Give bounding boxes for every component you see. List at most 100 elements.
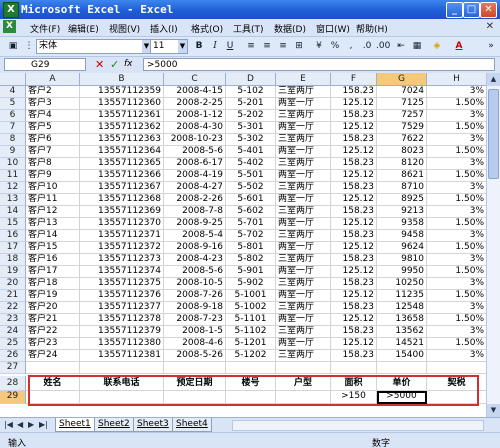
- cell-name[interactable]: 客户11: [26, 194, 80, 206]
- cell-date[interactable]: 2008-4-15: [164, 86, 226, 98]
- cell-date[interactable]: 2008-5-4: [164, 230, 226, 242]
- cell-type[interactable]: 两室一厅: [276, 146, 331, 158]
- cell-area[interactable]: [331, 362, 377, 374]
- cell-type[interactable]: 三室两厅: [276, 86, 331, 98]
- toolbar-options-icon[interactable]: ⋮: [22, 39, 36, 53]
- cell-room[interactable]: 5-901: [226, 266, 276, 278]
- prev-sheet-icon[interactable]: ◀: [17, 420, 23, 429]
- cell-phone[interactable]: 13557112363: [80, 134, 164, 146]
- cell-name[interactable]: 客户5: [26, 122, 80, 134]
- align-left-icon[interactable]: ≡: [244, 39, 258, 53]
- cell-phone[interactable]: 13557112375: [80, 278, 164, 290]
- cell-tax[interactable]: 3%: [427, 326, 487, 338]
- row-header[interactable]: 6: [0, 110, 26, 122]
- cell-type[interactable]: 三室两厅: [276, 206, 331, 218]
- align-right-icon[interactable]: ≡: [276, 39, 290, 53]
- cell-tax[interactable]: 1.50%: [427, 242, 487, 254]
- cell-phone[interactable]: 13557112376: [80, 290, 164, 302]
- cell-price[interactable]: 7529: [377, 122, 427, 134]
- cell-type[interactable]: 三室两厅: [276, 326, 331, 338]
- cell-phone[interactable]: 13557112371: [80, 230, 164, 242]
- cell-name[interactable]: 客户6: [26, 134, 80, 146]
- cell-price[interactable]: 9624: [377, 242, 427, 254]
- cell-name[interactable]: 客户14: [26, 230, 80, 242]
- save-icon[interactable]: ▣: [6, 39, 20, 53]
- cell-room[interactable]: 5-801: [226, 242, 276, 254]
- cell-date[interactable]: 2008-2-25: [164, 98, 226, 110]
- cell-date[interactable]: 2008-4-6: [164, 338, 226, 350]
- scroll-up-icon[interactable]: ▲: [487, 73, 500, 86]
- toolbar-overflow-icon[interactable]: »: [484, 39, 498, 53]
- sheet-tab-3[interactable]: Sheet3: [133, 418, 173, 432]
- cell-price[interactable]: 7024: [377, 86, 427, 98]
- cell-area[interactable]: 158.23: [331, 326, 377, 338]
- font-name-select[interactable]: 宋体 ▼: [36, 39, 152, 54]
- row-header[interactable]: 21: [0, 290, 26, 302]
- cell-date[interactable]: 2008-1-5: [164, 326, 226, 338]
- row-header[interactable]: 11: [0, 170, 26, 182]
- cell-name[interactable]: 客户4: [26, 110, 80, 122]
- cell-name[interactable]: 客户16: [26, 254, 80, 266]
- row-header[interactable]: 15: [0, 218, 26, 230]
- borders-icon[interactable]: ▦: [410, 39, 424, 53]
- cell-phone[interactable]: 13557112366: [80, 170, 164, 182]
- row-header[interactable]: 8: [0, 134, 26, 146]
- cell-phone[interactable]: 13557112360: [80, 98, 164, 110]
- cell-name[interactable]: 客户23: [26, 338, 80, 350]
- cell-phone[interactable]: 13557112378: [80, 314, 164, 326]
- cell-date[interactable]: 2008-7-23: [164, 314, 226, 326]
- row-header[interactable]: 14: [0, 206, 26, 218]
- cell-tax[interactable]: [427, 362, 487, 374]
- row-header[interactable]: 23: [0, 314, 26, 326]
- bold-button[interactable]: B: [192, 39, 206, 53]
- horizontal-scrollbar[interactable]: [232, 420, 484, 431]
- cell-type[interactable]: 两室一厅: [276, 266, 331, 278]
- cell-type[interactable]: 三室两厅: [276, 182, 331, 194]
- next-sheet-icon[interactable]: ▶: [28, 420, 34, 429]
- merge-center-icon[interactable]: ⊞: [292, 39, 306, 53]
- cell-phone[interactable]: 13557112380: [80, 338, 164, 350]
- cell-tax[interactable]: 3%: [427, 254, 487, 266]
- cell-room[interactable]: 5-401: [226, 146, 276, 158]
- cell-room[interactable]: 5-702: [226, 230, 276, 242]
- column-header-c[interactable]: C: [164, 73, 226, 86]
- cell-type[interactable]: 两室一厅: [276, 194, 331, 206]
- cell-price[interactable]: 8925: [377, 194, 427, 206]
- cell-price[interactable]: 7257: [377, 110, 427, 122]
- column-header-h[interactable]: H: [427, 73, 487, 86]
- cell-name[interactable]: 客户7: [26, 146, 80, 158]
- menu-window[interactable]: 窗口(W): [316, 22, 350, 35]
- select-all-corner[interactable]: [0, 73, 26, 86]
- cell-area[interactable]: 158.23: [331, 206, 377, 218]
- cell-area[interactable]: 125.12: [331, 146, 377, 158]
- cell-tax[interactable]: 1.50%: [427, 314, 487, 326]
- cell-room[interactable]: 5-902: [226, 278, 276, 290]
- row-header[interactable]: 18: [0, 254, 26, 266]
- cell-date[interactable]: 2008-9-18: [164, 302, 226, 314]
- cell-area[interactable]: 125.12: [331, 242, 377, 254]
- cell-price[interactable]: 9950: [377, 266, 427, 278]
- cell-type[interactable]: 三室两厅: [276, 278, 331, 290]
- cell-room[interactable]: 5-502: [226, 182, 276, 194]
- cell-room[interactable]: 5-802: [226, 254, 276, 266]
- cell-room[interactable]: 5-1202: [226, 350, 276, 362]
- cell-tax[interactable]: 1.50%: [427, 122, 487, 134]
- cell-type[interactable]: 三室两厅: [276, 350, 331, 362]
- cell-name[interactable]: 客户8: [26, 158, 80, 170]
- cell-type[interactable]: 两室一厅: [276, 314, 331, 326]
- cell-price[interactable]: 8710: [377, 182, 427, 194]
- cell-date[interactable]: 2008-4-23: [164, 254, 226, 266]
- cell-type[interactable]: 两室一厅: [276, 242, 331, 254]
- cell-type[interactable]: 三室两厅: [276, 158, 331, 170]
- cell-phone[interactable]: 13557112368: [80, 194, 164, 206]
- minimize-button[interactable]: _: [446, 2, 463, 18]
- cancel-icon[interactable]: ✕: [95, 58, 104, 71]
- cell-price[interactable]: 12548: [377, 302, 427, 314]
- cell-date[interactable]: 2008-5-6: [164, 266, 226, 278]
- underline-button[interactable]: U: [223, 39, 237, 53]
- comma-style-button[interactable]: ,: [344, 39, 358, 53]
- cell-phone[interactable]: 13557112364: [80, 146, 164, 158]
- cell-date[interactable]: 2008-2-26: [164, 194, 226, 206]
- decrease-indent-icon[interactable]: ⇤: [394, 39, 408, 53]
- cell-phone[interactable]: 13557112362: [80, 122, 164, 134]
